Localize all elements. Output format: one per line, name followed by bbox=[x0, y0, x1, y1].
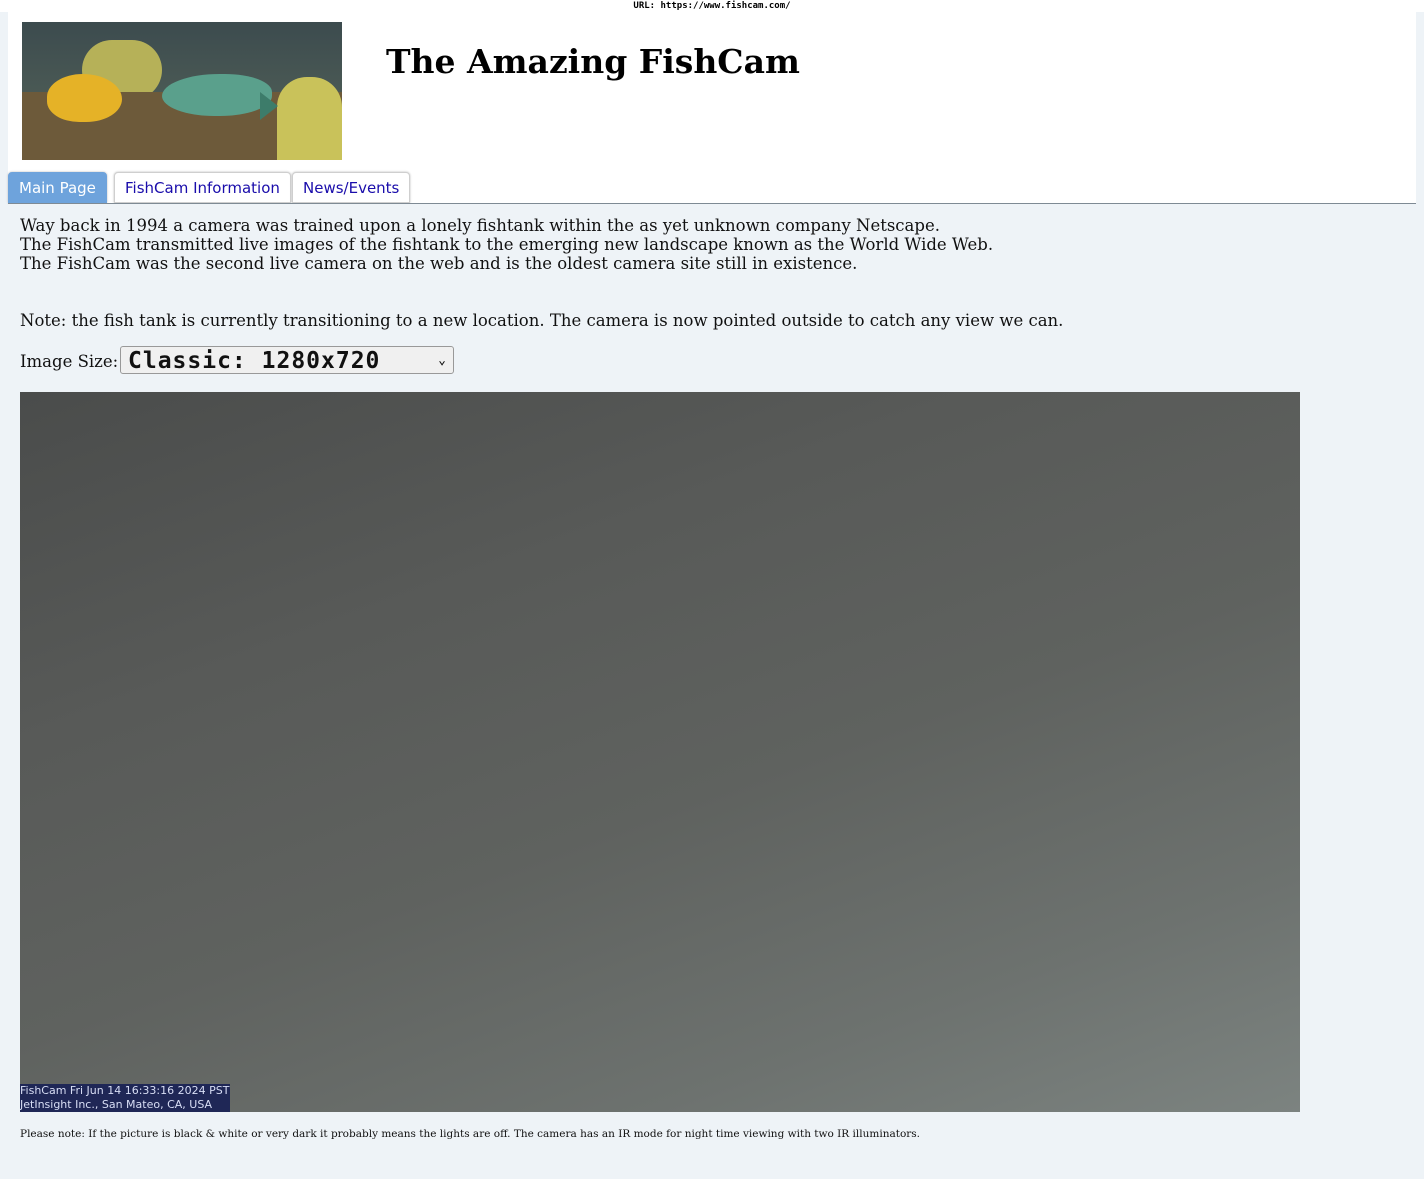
webcam-timestamp-overlay: FishCam Fri Jun 14 16:33:16 2024 PST Jet… bbox=[20, 1084, 230, 1112]
overlay-timestamp: FishCam Fri Jun 14 16:33:16 2024 PST bbox=[20, 1084, 230, 1097]
relocation-note: Note: the fish tank is currently transit… bbox=[20, 311, 1064, 330]
green-fish-image bbox=[162, 74, 272, 116]
page-title: The Amazing FishCam bbox=[386, 42, 800, 81]
webcam-image: FishCam Fri Jun 14 16:33:16 2024 PST Jet… bbox=[20, 392, 1300, 1112]
url-bar: URL: https://www.fishcam.com/ bbox=[633, 1, 791, 11]
main-content: Way back in 1994 a camera was trained up… bbox=[8, 204, 1416, 1179]
lights-off-note: Please note: If the picture is black & w… bbox=[20, 1128, 921, 1140]
image-size-select[interactable]: Classic: 1280x720 ⌄ bbox=[120, 346, 454, 374]
right-margin bbox=[1416, 12, 1424, 1179]
image-size-selected: Classic: 1280x720 bbox=[128, 348, 381, 374]
image-size-label: Image Size: bbox=[20, 352, 119, 371]
tab-main-page[interactable]: Main Page bbox=[8, 172, 107, 203]
tab-fishcam-information[interactable]: FishCam Information bbox=[114, 172, 291, 203]
chevron-down-icon: ⌄ bbox=[438, 353, 447, 368]
intro-line: Way back in 1994 a camera was trained up… bbox=[20, 216, 940, 235]
intro-text: Way back in 1994 a camera was trained up… bbox=[20, 216, 993, 273]
yellow-fish-image bbox=[47, 74, 122, 122]
intro-line: The FishCam was the second live camera o… bbox=[20, 254, 858, 273]
tab-news-events[interactable]: News/Events bbox=[292, 172, 411, 203]
fishcam-logo[interactable] bbox=[22, 22, 342, 160]
overlay-location: JetInsight Inc., San Mateo, CA, USA bbox=[20, 1098, 213, 1111]
intro-line: The FishCam transmitted live images of t… bbox=[20, 235, 994, 254]
site-header: The Amazing FishCam Main Page FishCam In… bbox=[8, 12, 1416, 203]
left-margin bbox=[0, 12, 8, 1179]
